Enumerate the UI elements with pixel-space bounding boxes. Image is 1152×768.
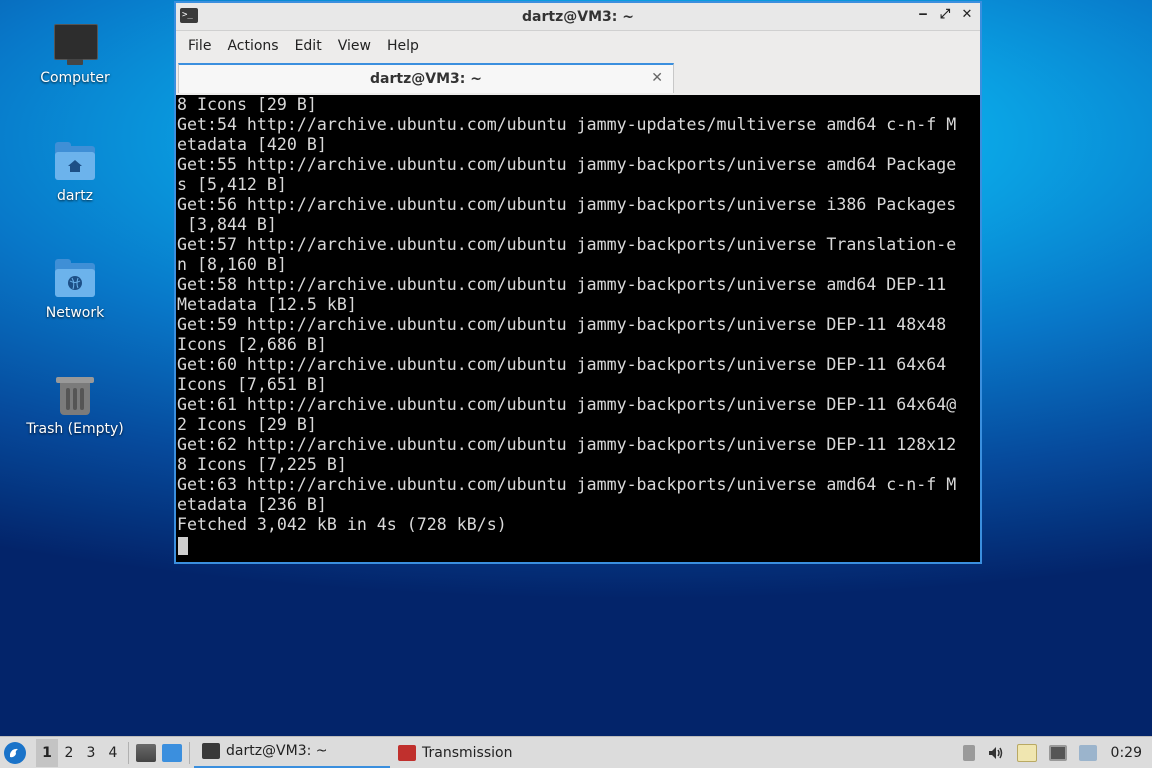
desktop-icon-trash[interactable]: Trash (Empty) (20, 373, 130, 437)
terminal-cursor (178, 536, 188, 555)
minimize-button[interactable]: ‒ (916, 7, 930, 22)
window-title: dartz@VM3: ~ (522, 8, 634, 25)
clock[interactable]: 0:29 (1111, 745, 1142, 761)
tray-separator-icon (962, 745, 975, 761)
computer-icon (53, 22, 98, 66)
terminal-line: Get:58 http://archive.ubuntu.com/ubuntu … (177, 275, 947, 294)
terminal-output[interactable]: 8 Icons [29 B] Get:54 http://archive.ubun… (176, 95, 980, 562)
terminal-line: Get:57 http://archive.ubuntu.com/ubuntu … (177, 235, 957, 254)
close-button[interactable]: ✕ (960, 7, 974, 22)
window-titlebar[interactable]: >_ dartz@VM3: ~ ‒ ⤢ ✕ (176, 3, 980, 31)
menu-actions[interactable]: Actions (219, 38, 286, 54)
volume-icon[interactable] (987, 745, 1005, 761)
system-tray: 0:29 (957, 737, 1152, 768)
task-terminal[interactable]: dartz@VM3: ~ (194, 737, 390, 768)
transmission-icon (398, 744, 416, 761)
maximize-button[interactable]: ⤢ (938, 7, 952, 22)
task-label: dartz@VM3: ~ (226, 743, 328, 759)
terminal-window: >_ dartz@VM3: ~ ‒ ⤢ ✕ File Actions Edit … (174, 1, 982, 564)
workspace-2[interactable]: 2 (58, 745, 80, 761)
tab-close-icon[interactable]: ✕ (651, 70, 663, 86)
terminal-line: Get:62 http://archive.ubuntu.com/ubuntu … (177, 435, 957, 454)
terminal-line: 8 Icons [7,225 B] (177, 455, 347, 474)
terminal-line: etadata [236 B] (177, 495, 327, 514)
terminal-line: [3,844 B] (177, 215, 277, 234)
desktop-icon-computer[interactable]: Computer (20, 22, 130, 86)
menu-help[interactable]: Help (379, 38, 427, 54)
taskbar: 1 2 3 4 dartz@VM3: ~ Transmission 0:29 (0, 736, 1152, 768)
desktop-icon-label: Trash (Empty) (26, 421, 124, 437)
terminal-line: Get:56 http://archive.ubuntu.com/ubuntu … (177, 195, 957, 214)
menu-view[interactable]: View (330, 38, 379, 54)
menubar: File Actions Edit View Help (176, 31, 980, 61)
terminal-line: Get:63 http://archive.ubuntu.com/ubuntu … (177, 475, 957, 494)
tab-label: dartz@VM3: ~ (370, 71, 482, 87)
home-folder-icon (53, 140, 97, 184)
terminal-line: Icons [2,686 B] (177, 335, 327, 354)
terminal-line: Fetched 3,042 kB in 4s (728 kB/s) (177, 515, 507, 534)
network-folder-icon (53, 257, 97, 301)
workspace-4[interactable]: 4 (102, 745, 124, 761)
file-manager-launcher-icon[interactable] (136, 743, 156, 762)
show-desktop-icon[interactable] (162, 743, 182, 762)
start-menu-icon[interactable] (4, 741, 26, 764)
task-transmission[interactable]: Transmission (390, 737, 590, 768)
terminal-line: Get:59 http://archive.ubuntu.com/ubuntu … (177, 315, 947, 334)
network-icon[interactable] (1048, 745, 1067, 761)
menu-file[interactable]: File (180, 38, 219, 54)
terminal-line: 8 Icons [29 B] (177, 95, 317, 114)
terminal-line: 2 Icons [29 B] (177, 415, 317, 434)
notification-icon[interactable] (1078, 745, 1097, 761)
clipboard-icon[interactable] (1016, 744, 1037, 762)
menu-edit[interactable]: Edit (287, 38, 330, 54)
terminal-line: Get:54 http://archive.ubuntu.com/ubuntu … (177, 115, 957, 134)
desktop-icon-home[interactable]: dartz (20, 140, 130, 204)
terminal-prompt-line (176, 535, 980, 555)
terminal-line: Get:61 http://archive.ubuntu.com/ubuntu … (177, 395, 957, 414)
terminal-line: Get:55 http://archive.ubuntu.com/ubuntu … (177, 155, 957, 174)
desktop-icon-network[interactable]: Network (20, 257, 130, 321)
desktop-icon-label: Network (45, 305, 105, 321)
terminal-line: etadata [420 B] (177, 135, 327, 154)
workspace-3[interactable]: 3 (80, 745, 102, 761)
terminal-line: s [5,412 B] (177, 175, 287, 194)
desktop-icon-label: dartz (56, 188, 94, 204)
task-label: Transmission (422, 744, 513, 761)
terminal-line: Metadata [12.5 kB] (177, 295, 357, 314)
trash-icon (53, 373, 97, 417)
terminal-line: n [8,160 B] (177, 255, 287, 274)
terminal-line: Icons [7,651 B] (177, 375, 327, 394)
desktop-icon-label: Computer (40, 70, 110, 86)
tab-terminal[interactable]: dartz@VM3: ~ ✕ (178, 63, 674, 93)
terminal-line: Get:60 http://archive.ubuntu.com/ubuntu … (177, 355, 947, 374)
workspace-1[interactable]: 1 (36, 738, 58, 767)
tab-bar: dartz@VM3: ~ ✕ (176, 61, 980, 93)
terminal-icon (202, 743, 220, 759)
